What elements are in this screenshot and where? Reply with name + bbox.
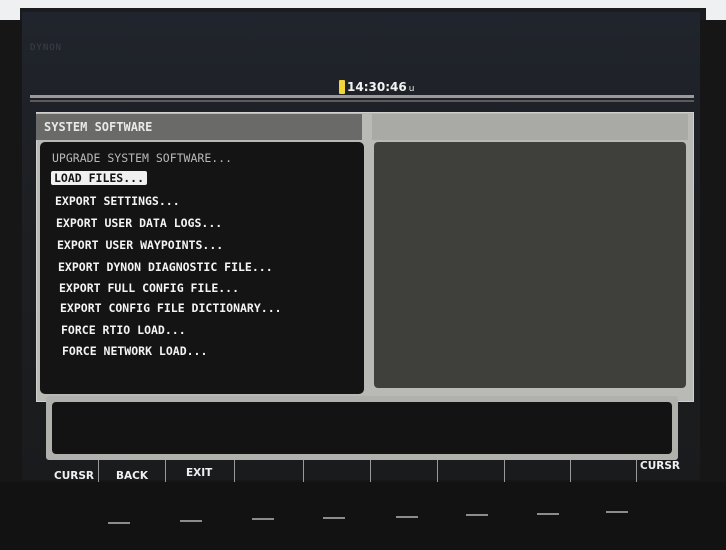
menu-item-export-full-config-file[interactable]: EXPORT FULL CONFIG FILE...	[59, 281, 239, 295]
hardware-button-mark	[108, 522, 130, 524]
softkey-back[interactable]: BACK	[116, 470, 148, 482]
menu-item-force-network-load[interactable]: FORCE NETWORK LOAD...	[62, 344, 207, 358]
menu-item-force-rtio-load[interactable]: FORCE RTIO LOAD...	[61, 323, 186, 337]
hardware-button-mark	[606, 511, 628, 513]
clock-time: 14:30:46	[347, 80, 407, 94]
softkey-divider	[636, 460, 637, 482]
hardware-button-mark	[537, 513, 559, 515]
softkey-divider	[165, 460, 166, 482]
hardware-button-mark	[323, 517, 345, 519]
hardware-button-mark	[180, 520, 202, 522]
softkey-divider	[303, 460, 304, 482]
info-panel	[374, 142, 686, 388]
softkey-exit[interactable]: EXIT	[186, 467, 212, 479]
menu-item-load-files[interactable]: LOAD FILES...	[51, 171, 148, 185]
softkey-cursr-right[interactable]: CURSR	[640, 460, 680, 472]
clock-suffix: u	[408, 84, 415, 94]
softkey-divider	[504, 460, 505, 482]
top-divider	[30, 95, 694, 98]
battery-icon	[339, 80, 345, 94]
menu-item-export-user-data-logs[interactable]: EXPORT USER DATA LOGS...	[56, 216, 222, 230]
softkey-divider	[98, 460, 99, 482]
hardware-button-mark	[466, 514, 488, 516]
menu-item-upgrade-system-software[interactable]: UPGRADE SYSTEM SOFTWARE...	[52, 151, 232, 165]
softkey-divider	[570, 460, 571, 482]
top-divider-shadow	[30, 100, 694, 102]
menu-item-export-dynon-diagnostic-file[interactable]: EXPORT DYNON DIAGNOSTIC FILE...	[58, 260, 273, 274]
message-panel	[52, 402, 672, 454]
brand-logo: DYNON	[30, 43, 63, 53]
panel-title: SYSTEM SOFTWARE	[44, 120, 153, 134]
hardware-button-mark	[252, 518, 274, 520]
softkey-cursr-left[interactable]: CURSR	[54, 470, 94, 482]
softkey-divider	[234, 460, 235, 482]
menu-item-export-settings[interactable]: EXPORT SETTINGS...	[55, 194, 180, 208]
softkey-divider	[370, 460, 371, 482]
softkey-divider	[437, 460, 438, 482]
hardware-button-mark	[396, 516, 418, 518]
lower-bezel	[0, 482, 726, 550]
info-panel-header	[372, 114, 688, 140]
menu-item-export-user-waypoints[interactable]: EXPORT USER WAYPOINTS...	[57, 238, 223, 252]
softkey-bar: CURSR BACK EXIT CURSR	[46, 460, 680, 482]
menu-item-export-config-file-dictionary[interactable]: EXPORT CONFIG FILE DICTIONARY...	[60, 301, 282, 315]
status-bar: 14:30:46 u	[339, 78, 414, 96]
